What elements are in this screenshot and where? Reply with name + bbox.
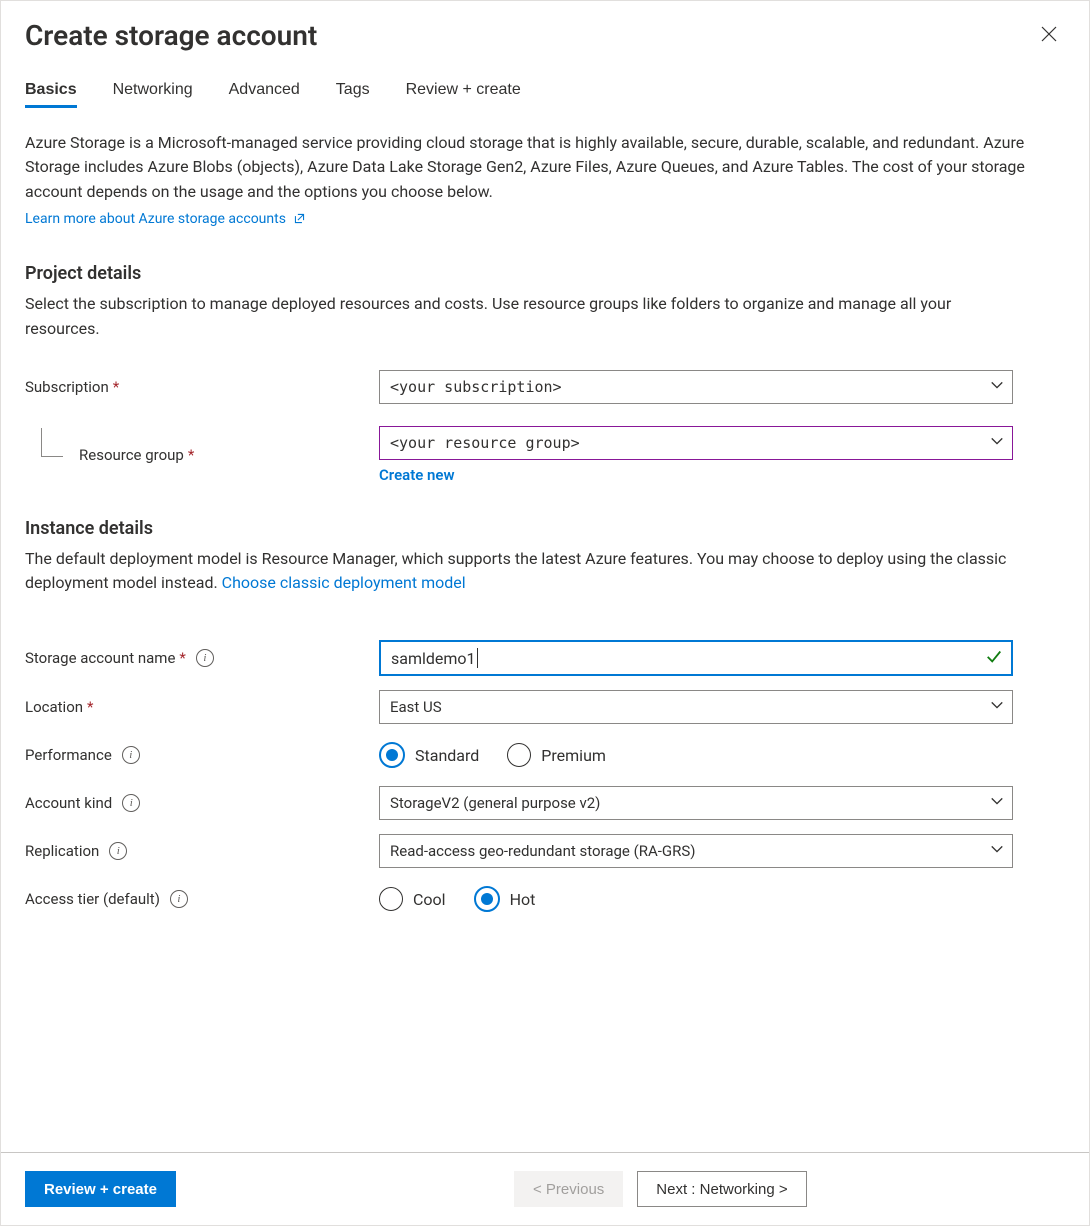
- resource-group-value: <your resource group>: [390, 434, 580, 452]
- replication-value: Read-access geo-redundant storage (RA-GR…: [390, 842, 696, 860]
- chevron-down-icon: [990, 794, 1004, 812]
- resource-group-label: Resource group: [79, 446, 184, 464]
- account-kind-label: Account kind: [25, 794, 112, 812]
- required-marker: *: [113, 378, 119, 396]
- access-tier-radio-hot[interactable]: Hot: [474, 886, 536, 912]
- text-caret: [477, 648, 478, 668]
- access-tier-radio-cool[interactable]: Cool: [379, 887, 446, 911]
- required-marker: *: [179, 649, 185, 667]
- location-label: Location: [25, 698, 83, 716]
- learn-more-link-text: Learn more about Azure storage accounts: [25, 211, 286, 227]
- subscription-select[interactable]: <your subscription>: [379, 370, 1013, 404]
- learn-more-link[interactable]: Learn more about Azure storage accounts: [25, 211, 306, 227]
- radio-label: Hot: [510, 890, 536, 909]
- section-instance-details-title: Instance details: [25, 518, 1065, 539]
- chevron-down-icon: [990, 698, 1004, 716]
- close-icon: [1041, 26, 1057, 45]
- footer: Review + create < Previous Next : Networ…: [1, 1152, 1089, 1225]
- storage-account-name-input[interactable]: samldemo1: [379, 640, 1013, 676]
- location-select[interactable]: East US: [379, 690, 1013, 724]
- create-new-resource-group-link[interactable]: Create new: [379, 466, 455, 484]
- choose-classic-link[interactable]: Choose classic deployment model: [222, 573, 466, 592]
- required-marker: *: [87, 698, 93, 716]
- previous-button: < Previous: [514, 1171, 623, 1207]
- chevron-down-icon: [990, 842, 1004, 860]
- account-kind-select[interactable]: StorageV2 (general purpose v2): [379, 786, 1013, 820]
- tab-networking[interactable]: Networking: [113, 81, 193, 107]
- replication-label: Replication: [25, 842, 99, 860]
- performance-radio-premium[interactable]: Premium: [507, 743, 606, 767]
- required-marker: *: [188, 446, 194, 464]
- access-tier-label: Access tier (default): [25, 890, 160, 908]
- check-icon: [985, 647, 1003, 669]
- review-create-button[interactable]: Review + create: [25, 1171, 176, 1207]
- radio-label: Cool: [413, 890, 446, 909]
- section-project-details-title: Project details: [25, 263, 1065, 284]
- access-tier-radio-group: Cool Hot: [379, 882, 1065, 916]
- chevron-down-icon: [990, 378, 1004, 396]
- create-storage-account-blade: Create storage account Basics Networking…: [0, 0, 1090, 1226]
- storage-account-name-value: samldemo1: [391, 649, 476, 668]
- tab-basics[interactable]: Basics: [25, 81, 77, 107]
- info-icon[interactable]: i: [122, 746, 140, 764]
- next-button[interactable]: Next : Networking >: [637, 1171, 806, 1207]
- info-icon[interactable]: i: [196, 649, 214, 667]
- tabs: Basics Networking Advanced Tags Review +…: [25, 81, 1065, 107]
- instance-details-desc-text: The default deployment model is Resource…: [25, 549, 1006, 593]
- intro-text: Azure Storage is a Microsoft-managed ser…: [25, 131, 1025, 205]
- storage-account-name-label: Storage account name: [25, 649, 175, 667]
- radio-label: Premium: [541, 746, 606, 765]
- radio-label: Standard: [415, 746, 479, 765]
- close-button[interactable]: [1033, 19, 1065, 51]
- tab-advanced[interactable]: Advanced: [229, 81, 300, 107]
- section-instance-details-desc: The default deployment model is Resource…: [25, 547, 1025, 597]
- tab-tags[interactable]: Tags: [336, 81, 370, 107]
- info-icon[interactable]: i: [170, 890, 188, 908]
- performance-radio-standard[interactable]: Standard: [379, 742, 479, 768]
- performance-label: Performance: [25, 746, 112, 764]
- info-icon[interactable]: i: [109, 842, 127, 860]
- chevron-down-icon: [990, 434, 1004, 452]
- performance-radio-group: Standard Premium: [379, 738, 1065, 772]
- section-project-details-desc: Select the subscription to manage deploy…: [25, 292, 1025, 342]
- external-link-icon: [293, 212, 306, 229]
- info-icon[interactable]: i: [122, 794, 140, 812]
- account-kind-value: StorageV2 (general purpose v2): [390, 794, 600, 812]
- resource-group-select[interactable]: <your resource group>: [379, 426, 1013, 460]
- subscription-value: <your subscription>: [390, 378, 562, 396]
- page-title: Create storage account: [25, 19, 317, 53]
- location-value: East US: [390, 698, 442, 716]
- subscription-label: Subscription: [25, 378, 109, 396]
- replication-select[interactable]: Read-access geo-redundant storage (RA-GR…: [379, 834, 1013, 868]
- tab-review-create[interactable]: Review + create: [406, 81, 521, 107]
